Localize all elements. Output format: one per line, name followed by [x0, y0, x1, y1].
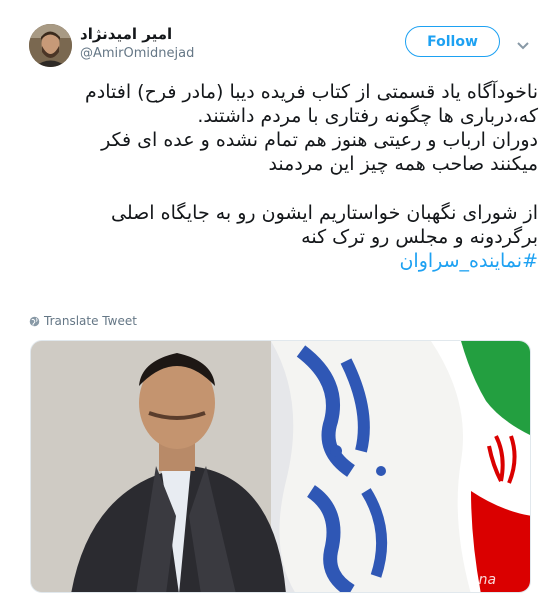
tweet-line: دوران ارباب و رعیتی هنوز هم تمام نشده و …: [101, 129, 538, 151]
translate-label: Translate Tweet: [44, 314, 137, 328]
tweet-line: که،درباری ها چگونه رفتاری با مردم داشتند…: [197, 105, 538, 127]
watermark-text: Ana: [468, 572, 496, 588]
avatar[interactable]: [29, 24, 72, 67]
tweet-text: ناخودآگاه یاد قسمتی از کتاب فریده دیبا (…: [30, 80, 538, 273]
follow-button[interactable]: Follow: [405, 26, 500, 57]
tweet-line: از شورای نگهبان خواستاریم ایشون رو به جا…: [111, 202, 538, 224]
tweet-line: ناخودآگاه یاد قسمتی از کتاب فریده دیبا (…: [85, 81, 538, 103]
author-name[interactable]: امیر امیدنژاد: [80, 25, 172, 43]
tweet-line: میکنند صاحب همه چیز این مردمند: [268, 153, 538, 175]
hashtag-link[interactable]: #نماینده_سراوان: [30, 249, 538, 273]
author-handle[interactable]: @AmirOmidnejad: [80, 46, 194, 61]
translate-tweet-link[interactable]: Translate Tweet: [29, 314, 137, 328]
tweet-line: برگردونه و مجلس رو ترک کنه: [301, 226, 538, 248]
chevron-down-icon[interactable]: [516, 36, 530, 50]
globe-icon: [29, 316, 40, 326]
tweet-card: امیر امیدنژاد @AmirOmidnejad Follow ناخو…: [0, 0, 556, 600]
tweet-photo[interactable]: Ana: [30, 340, 531, 593]
